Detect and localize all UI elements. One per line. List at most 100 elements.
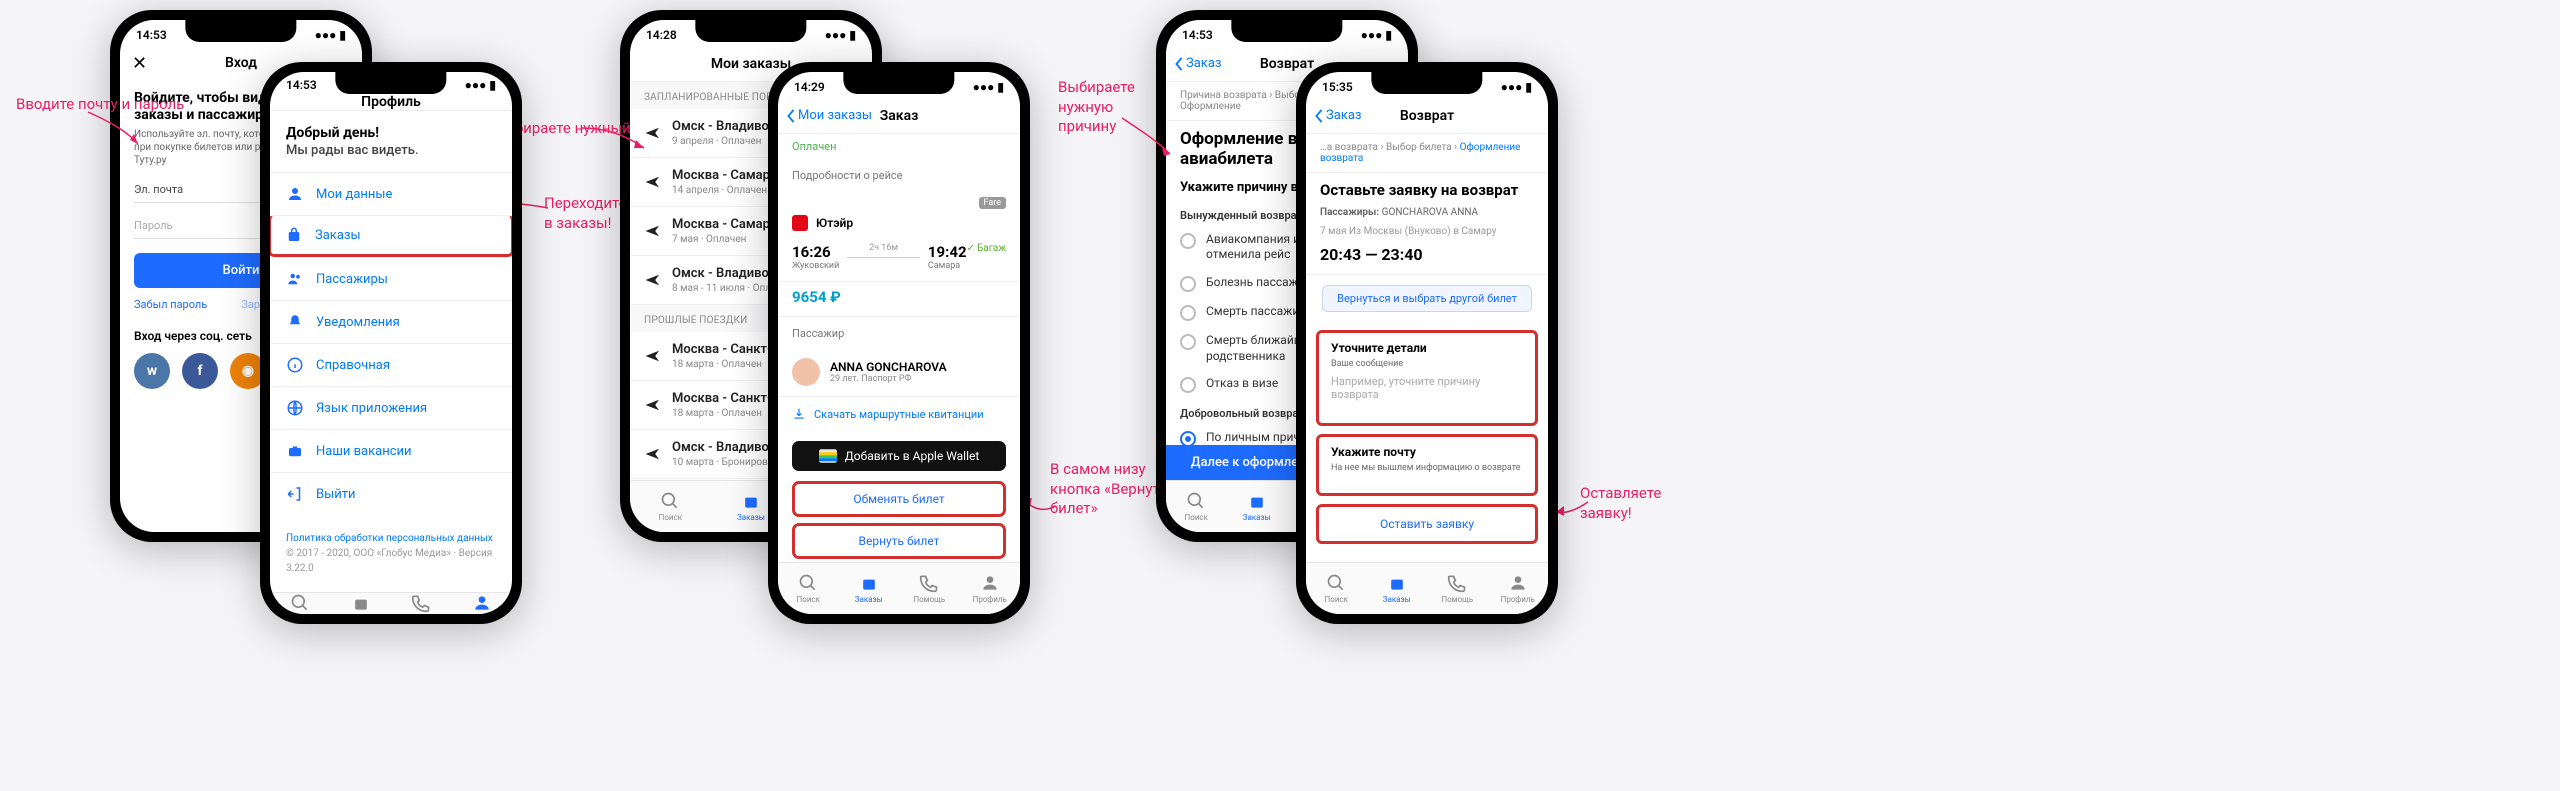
bag-icon	[350, 593, 372, 613]
briefcase-icon	[286, 442, 304, 460]
status-badge: Оплачен	[778, 134, 1020, 159]
airline-logo-icon	[792, 215, 808, 231]
times: 20:43 — 23:40	[1306, 241, 1548, 275]
info-icon	[286, 356, 304, 374]
change-ticket-button[interactable]: Вернуться и выбрать другой билет	[1322, 285, 1532, 312]
status-icons: ●●● ▮	[315, 28, 346, 42]
menu-vacancies[interactable]: Наши вакансии	[270, 429, 512, 472]
return-button[interactable]: Вернуть билет	[792, 523, 1006, 559]
page-title: Возврат	[1400, 108, 1454, 124]
search-icon	[289, 593, 311, 613]
vk-button[interactable]: w	[134, 353, 170, 389]
status-icons: ●●● ▮	[1361, 28, 1392, 42]
menu-notifications[interactable]: Уведомления	[270, 300, 512, 343]
forgot-password-link[interactable]: Забыл пароль	[134, 298, 207, 311]
tab-help[interactable]: Помощь	[391, 593, 452, 614]
arrow-icon	[1120, 116, 1176, 160]
avatar	[792, 358, 820, 386]
logout-icon	[286, 485, 304, 503]
pax-section: Пассажир	[778, 317, 1020, 348]
user-icon	[471, 593, 493, 613]
page-title: Заказ	[880, 108, 919, 124]
back-button[interactable]: Мои заказы	[786, 108, 872, 123]
page-title: Возврат	[1260, 56, 1314, 72]
privacy-link[interactable]: Политика обработки персональных данных	[286, 531, 496, 546]
tab-search[interactable]: Поиск	[778, 563, 839, 614]
leg-row: 16:26Жуковский 2ч 16м 19:42Самара ✓Багаж	[778, 237, 1020, 281]
user-icon	[979, 573, 1001, 593]
phone-icon	[410, 593, 432, 613]
details-textarea[interactable]: Например, уточните причину возврата	[1319, 375, 1535, 419]
clock: 14:28	[646, 28, 677, 42]
tab-help[interactable]: Помощь	[1427, 563, 1488, 614]
menu-my-data[interactable]: Мои данные	[270, 172, 512, 215]
copyright: © 2017 - 2020, ООО «Глобус Медиа» · Верс…	[286, 548, 492, 574]
plane-icon	[644, 445, 662, 463]
wallet-icon	[819, 449, 837, 463]
bag-icon	[1246, 491, 1268, 511]
tab-orders[interactable]: Заказы	[331, 593, 392, 614]
tab-orders[interactable]: Заказы	[1367, 563, 1428, 614]
tab-search[interactable]: Поиск	[270, 593, 331, 614]
flight-section: Подробности о рейсе	[778, 159, 1020, 190]
heading: Оставьте заявку на возврат	[1306, 173, 1548, 203]
anno-return-btn: В самом низукнопка «Вернутьбилет»	[1050, 460, 1168, 519]
arrow-icon	[86, 110, 146, 150]
tab-search[interactable]: Поиск	[1306, 563, 1367, 614]
clock: 14:29	[794, 80, 825, 94]
close-icon[interactable]: ✕	[132, 53, 147, 74]
breadcrumb: …а возврата › Выбор билета › Оформление …	[1306, 134, 1548, 173]
email-sub[interactable]: На нее мы вышлем информацию о возврате	[1319, 463, 1535, 479]
tab-search[interactable]: Поиск	[630, 481, 711, 532]
route-info: 7 мая Из Москвы (Внуково) в Самару	[1306, 222, 1548, 241]
menu-orders[interactable]: Заказы	[270, 215, 512, 257]
page-title: Профиль	[361, 94, 421, 110]
status-icons: ●●● ▮	[465, 78, 496, 92]
submit-button[interactable]: Оставить заявку	[1319, 507, 1535, 541]
phone-icon	[918, 573, 940, 593]
apple-wallet-button[interactable]: Добавить в Apple Wallet	[792, 441, 1006, 471]
price: 9654 ₽	[778, 281, 1020, 317]
details-title: Уточните детали	[1319, 333, 1535, 359]
tab-profile[interactable]: Профиль	[452, 593, 513, 614]
plane-icon	[644, 222, 662, 240]
bag-icon	[740, 491, 762, 511]
greeting: Добрый день!	[286, 125, 496, 141]
clock: 14:53	[136, 28, 167, 42]
plane-icon	[644, 173, 662, 191]
airline-row: Ютэйр	[778, 209, 1020, 237]
bag-icon	[285, 226, 303, 244]
search-icon	[1185, 491, 1207, 511]
plane-icon	[644, 396, 662, 414]
tab-orders[interactable]: Заказы	[839, 563, 900, 614]
download-itinerary[interactable]: Скачать маршрутные квитанции	[778, 396, 1020, 431]
search-icon	[1325, 573, 1347, 593]
clock: 14:53	[1182, 28, 1213, 42]
back-button[interactable]: Заказ	[1314, 108, 1362, 123]
users-icon	[286, 270, 304, 288]
greeting-sub: Мы рады вас видеть.	[286, 143, 496, 158]
globe-icon	[286, 399, 304, 417]
bag-icon	[1386, 573, 1408, 593]
facebook-button[interactable]: f	[182, 353, 218, 389]
tab-profile[interactable]: Профиль	[1488, 563, 1549, 614]
tab-help[interactable]: Помощь	[899, 563, 960, 614]
plane-icon	[644, 347, 662, 365]
download-icon	[792, 407, 806, 421]
plane-icon	[644, 271, 662, 289]
passenger-row[interactable]: ANNA GONCHAROVA29 лет. Паспорт РФ	[778, 348, 1020, 396]
menu-help[interactable]: Справочная	[270, 343, 512, 386]
menu-passengers[interactable]: Пассажиры	[270, 257, 512, 300]
tab-orders[interactable]: Заказы	[1227, 481, 1288, 532]
menu-logout[interactable]: Выйти	[270, 472, 512, 515]
tab-profile[interactable]: Профиль	[960, 563, 1021, 614]
status-icons: ●●● ▮	[825, 28, 856, 42]
menu-language[interactable]: Язык приложения	[270, 386, 512, 429]
baggage-badge: ✓Багаж	[967, 243, 1006, 254]
search-icon	[797, 573, 819, 593]
back-button[interactable]: Заказ	[1174, 56, 1222, 71]
exchange-button[interactable]: Обменять билет	[792, 481, 1006, 517]
phone-icon	[1446, 573, 1468, 593]
tab-search[interactable]: Поиск	[1166, 481, 1227, 532]
bell-icon	[286, 313, 304, 331]
